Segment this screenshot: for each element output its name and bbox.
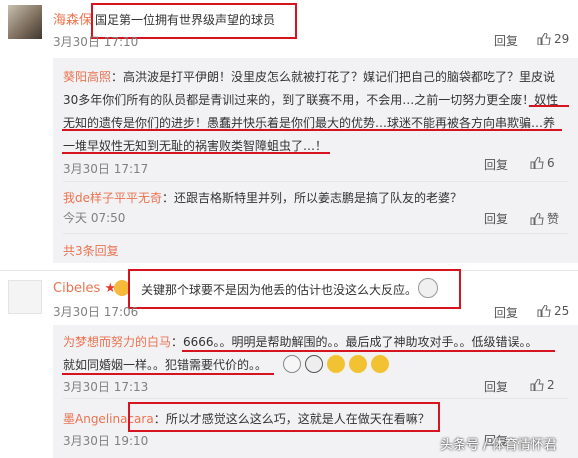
divider bbox=[63, 181, 568, 182]
highlight-underline bbox=[529, 105, 569, 107]
reply-time: 3月30日 19:10 bbox=[63, 434, 149, 448]
reply-text: ：6666。。明明是帮助解围的。。最后成了神助攻对手。。低级错误。。 bbox=[171, 335, 538, 349]
avatar[interactable] bbox=[8, 280, 42, 314]
reply-time: 今天 07:50 bbox=[63, 211, 126, 225]
reply-time: 3月30日 17:13 bbox=[63, 380, 149, 394]
reply-text: 一堆早奴性无知到无耻的祸害败类智障蛆虫了…！ bbox=[63, 139, 328, 153]
highlight-box bbox=[128, 269, 461, 309]
highlight-underline bbox=[62, 129, 562, 131]
thumbs-up-icon bbox=[530, 157, 544, 169]
reply-line: 葵阳高照：高洪波是打平伊朗！没里皮怎么就被打花了？媒记们把自己的脑袋都吃了？里皮… bbox=[63, 68, 555, 85]
thumbs-up-icon bbox=[537, 33, 551, 45]
comment-time: 3月30日 17:06 bbox=[53, 305, 139, 319]
emoji-icon bbox=[371, 355, 389, 373]
avatar[interactable] bbox=[8, 5, 42, 39]
reply-line: 30多年你们所有的队员都是青训过来的，到了联赛不用，不会用…之前一切努力更全废！… bbox=[63, 91, 558, 108]
comment-username[interactable]: Cibeles ★ bbox=[53, 281, 116, 296]
emoji-icon bbox=[305, 355, 323, 373]
username-text: Cibeles bbox=[53, 281, 101, 296]
reply-button[interactable]: 回复 bbox=[494, 32, 518, 49]
highlight-underline bbox=[62, 373, 274, 375]
divider bbox=[63, 233, 568, 234]
emoji-icon bbox=[349, 355, 367, 373]
thumbs-up-icon bbox=[530, 213, 544, 225]
reply-line: 就如同婚姻一样。。犯错需要代价的。。 bbox=[63, 356, 267, 373]
reply-time: 3月30日 17:17 bbox=[63, 162, 149, 176]
like-count: 6 bbox=[547, 156, 555, 170]
more-replies-link[interactable]: 共3条回复 bbox=[63, 242, 119, 259]
like-count: 2 bbox=[547, 378, 555, 392]
reply-text: 无知的遗传是你们的进步！愚蠢并快乐着是你们最大的优势…球迷不能再被各方向串欺骗…… bbox=[63, 116, 556, 130]
highlight-box bbox=[128, 402, 440, 432]
like-count: 25 bbox=[554, 304, 570, 318]
comment-username[interactable]: 海森保 bbox=[53, 9, 92, 28]
emoji-icon bbox=[283, 355, 301, 373]
reply-text: ：高洪波是打平伊朗！没里皮怎么就被打花了？媒记们把自己的脑袋都吃了？里皮说 bbox=[111, 70, 556, 84]
thumbs-up-icon bbox=[530, 379, 544, 391]
reply-button[interactable]: 回复 bbox=[484, 378, 508, 395]
like-button[interactable]: 29 bbox=[537, 32, 569, 46]
like-count: 29 bbox=[554, 32, 570, 46]
reply-username[interactable]: 葵阳高照 bbox=[63, 70, 111, 84]
divider bbox=[63, 398, 568, 399]
reply-username[interactable]: 我de样子平平无奇 bbox=[63, 191, 162, 205]
reply-button[interactable]: 回复 bbox=[494, 304, 518, 321]
reply-button[interactable]: 回复 bbox=[484, 156, 508, 173]
highlight-underline bbox=[182, 350, 555, 352]
emoji-icon bbox=[327, 355, 345, 373]
like-button[interactable]: 25 bbox=[537, 304, 569, 318]
like-label: 赞 bbox=[547, 212, 560, 226]
thumbs-up-icon bbox=[537, 305, 551, 317]
reply-username[interactable]: 为梦想而努力的白马 bbox=[63, 335, 171, 349]
reply-button[interactable]: 回复 bbox=[484, 210, 508, 227]
comment-time: 3月30日 17:10 bbox=[53, 35, 139, 49]
like-button[interactable]: 2 bbox=[530, 378, 555, 392]
reply-text: ：还跟吉格斯特里并列，所以姜志鹏是搞了队友的老婆？ bbox=[162, 191, 463, 205]
reply-text: 就如同婚姻一样。。犯错需要代价的。。 bbox=[63, 358, 268, 372]
reply-line: 我de样子平平无奇：还跟吉格斯特里并列，所以姜志鹏是搞了队友的老婆？ bbox=[63, 189, 462, 206]
like-button[interactable]: 赞 bbox=[530, 210, 559, 227]
like-button[interactable]: 6 bbox=[530, 156, 555, 170]
reply-line: 为梦想而努力的白马：6666。。明明是帮助解围的。。最后成了神助攻对手。。低级错… bbox=[63, 333, 538, 350]
highlight-underline bbox=[62, 152, 330, 154]
watermark: 头条号 / 体育情怀君 bbox=[440, 438, 557, 453]
reply-text: 30多年你们所有的队员都是青训过来的，到了联赛不用，不会用…之前一切努力更全废！… bbox=[63, 93, 559, 107]
